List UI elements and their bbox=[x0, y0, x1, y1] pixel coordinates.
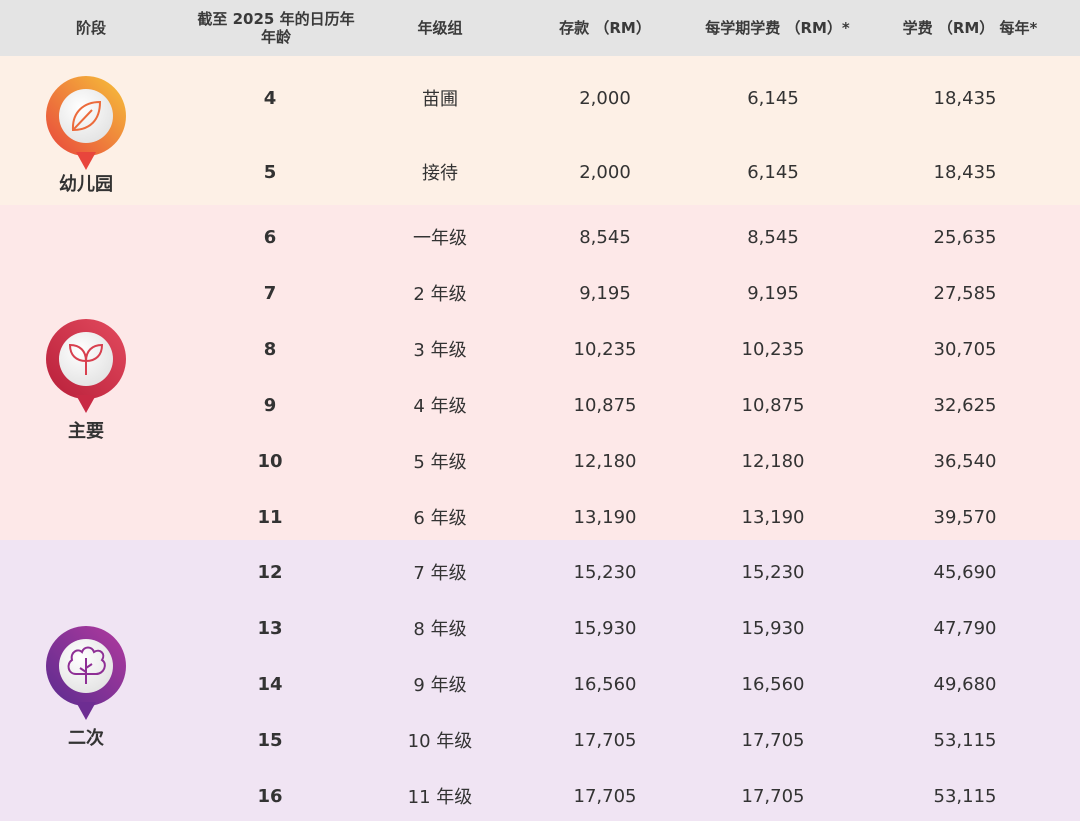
cell-term-fee: 17,705 bbox=[741, 785, 805, 807]
table-row: 11 6 年级 13,190 13,190 39,570 bbox=[0, 497, 1080, 537]
cell-term-fee: 6,145 bbox=[747, 161, 799, 183]
table-row: 12 7 年级 15,230 15,230 45,690 bbox=[0, 552, 1080, 592]
cell-term-fee: 6,145 bbox=[747, 87, 799, 109]
cell-term-fee: 15,230 bbox=[741, 561, 805, 583]
cell-grade: 9 年级 bbox=[413, 675, 467, 696]
cell-age: 9 bbox=[263, 394, 277, 416]
table-row: 13 8 年级 15,930 15,930 47,790 bbox=[0, 608, 1080, 648]
cell-term-fee: 16,560 bbox=[741, 673, 805, 695]
cell-annual-fee: 32,625 bbox=[933, 394, 997, 416]
cell-grade: 7 年级 bbox=[413, 563, 467, 584]
table-row: 15 10 年级 17,705 17,705 53,115 bbox=[0, 720, 1080, 760]
cell-deposit: 2,000 bbox=[579, 161, 631, 183]
cell-term-fee: 17,705 bbox=[741, 729, 805, 751]
cell-annual-fee: 18,435 bbox=[933, 161, 997, 183]
table-row: 4 苗圃 2,000 6,145 18,435 bbox=[0, 78, 1080, 118]
cell-annual-fee: 25,635 bbox=[933, 226, 997, 248]
cell-term-fee: 8,545 bbox=[747, 226, 799, 248]
cell-annual-fee: 53,115 bbox=[933, 785, 997, 807]
table-row: 7 2 年级 9,195 9,195 27,585 bbox=[0, 273, 1080, 313]
cell-grade: 11 年级 bbox=[407, 787, 473, 808]
cell-grade: 一年级 bbox=[413, 228, 467, 249]
cell-grade: 8 年级 bbox=[413, 619, 467, 640]
cell-term-fee: 9,195 bbox=[747, 282, 799, 304]
cell-annual-fee: 45,690 bbox=[933, 561, 997, 583]
cell-deposit: 15,230 bbox=[573, 561, 637, 583]
cell-term-fee: 13,190 bbox=[741, 506, 805, 528]
cell-grade: 6 年级 bbox=[413, 508, 467, 529]
cell-deposit: 10,875 bbox=[573, 394, 637, 416]
cell-age: 12 bbox=[257, 561, 283, 583]
cell-age: 16 bbox=[257, 785, 283, 807]
cell-annual-fee: 27,585 bbox=[933, 282, 997, 304]
cell-annual-fee: 47,790 bbox=[933, 617, 997, 639]
fee-table: 阶段 截至 2025 年的日历年 年龄 年级组 存款 （RM） 每学期学费 （R… bbox=[0, 0, 1080, 821]
header-grade: 年级组 bbox=[417, 19, 463, 37]
table-row: 5 接待 2,000 6,145 18,435 bbox=[0, 152, 1080, 192]
cell-age: 15 bbox=[257, 729, 283, 751]
cell-age: 13 bbox=[257, 617, 283, 639]
cell-deposit: 17,705 bbox=[573, 785, 637, 807]
table-header: 阶段 截至 2025 年的日历年 年龄 年级组 存款 （RM） 每学期学费 （R… bbox=[0, 0, 1080, 56]
table-row: 6 一年级 8,545 8,545 25,635 bbox=[0, 217, 1080, 257]
cell-deposit: 13,190 bbox=[573, 506, 637, 528]
table-row: 9 4 年级 10,875 10,875 32,625 bbox=[0, 385, 1080, 425]
cell-annual-fee: 53,115 bbox=[933, 729, 997, 751]
cell-annual-fee: 39,570 bbox=[933, 506, 997, 528]
cell-grade: 10 年级 bbox=[407, 731, 473, 752]
cell-deposit: 2,000 bbox=[579, 87, 631, 109]
cell-deposit: 8,545 bbox=[579, 226, 631, 248]
cell-age: 6 bbox=[263, 226, 277, 248]
cell-age: 8 bbox=[263, 338, 277, 360]
header-term-fee: 每学期学费 （RM）* bbox=[705, 19, 850, 37]
cell-age: 11 bbox=[257, 506, 283, 528]
cell-annual-fee: 30,705 bbox=[933, 338, 997, 360]
cell-age: 10 bbox=[257, 450, 283, 472]
cell-age: 5 bbox=[263, 161, 277, 183]
header-age-line2: 年龄 bbox=[260, 28, 291, 46]
cell-annual-fee: 36,540 bbox=[933, 450, 997, 472]
table-row: 8 3 年级 10,235 10,235 30,705 bbox=[0, 329, 1080, 369]
header-annual-fee: 学费 （RM） 每年* bbox=[902, 19, 1038, 37]
cell-term-fee: 12,180 bbox=[741, 450, 805, 472]
header-age-line1: 截至 2025 年的日历年 bbox=[197, 10, 355, 28]
cell-term-fee: 10,875 bbox=[741, 394, 805, 416]
cell-grade: 3 年级 bbox=[413, 340, 467, 361]
header-stage: 阶段 bbox=[75, 19, 106, 37]
table-row: 10 5 年级 12,180 12,180 36,540 bbox=[0, 441, 1080, 481]
cell-grade: 接待 bbox=[422, 163, 458, 184]
cell-deposit: 9,195 bbox=[579, 282, 631, 304]
cell-age: 14 bbox=[257, 673, 283, 695]
cell-deposit: 17,705 bbox=[573, 729, 637, 751]
header-deposit: 存款 （RM） bbox=[559, 19, 651, 37]
cell-grade: 苗圃 bbox=[422, 89, 458, 110]
cell-grade: 2 年级 bbox=[413, 284, 467, 305]
table-row: 16 11 年级 17,705 17,705 53,115 bbox=[0, 776, 1080, 816]
cell-deposit: 12,180 bbox=[573, 450, 637, 472]
cell-deposit: 15,930 bbox=[573, 617, 637, 639]
header-age: 截至 2025 年的日历年 年龄 bbox=[186, 0, 366, 56]
cell-grade: 4 年级 bbox=[413, 396, 467, 417]
cell-age: 4 bbox=[263, 87, 277, 109]
table-row: 14 9 年级 16,560 16,560 49,680 bbox=[0, 664, 1080, 704]
cell-grade: 5 年级 bbox=[413, 452, 467, 473]
cell-deposit: 10,235 bbox=[573, 338, 637, 360]
cell-term-fee: 10,235 bbox=[741, 338, 805, 360]
cell-term-fee: 15,930 bbox=[741, 617, 805, 639]
cell-annual-fee: 49,680 bbox=[933, 673, 997, 695]
cell-age: 7 bbox=[263, 282, 277, 304]
cell-deposit: 16,560 bbox=[573, 673, 637, 695]
cell-annual-fee: 18,435 bbox=[933, 87, 997, 109]
